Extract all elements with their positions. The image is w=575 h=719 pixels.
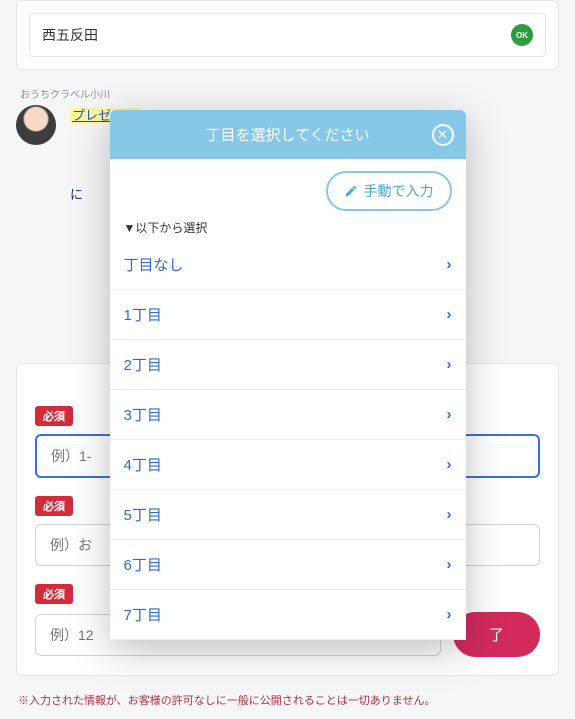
chome-option-label: 2丁目 [124,354,162,375]
avatar [16,105,56,145]
pencil-icon [344,184,358,198]
chome-option[interactable]: 7丁目 › [110,590,466,640]
chevron-right-icon: › [447,356,452,373]
ok-badge: OK [511,24,533,46]
chome-option[interactable]: 丁目なし › [110,240,466,290]
manual-input-label: 手動で入力 [364,181,434,201]
close-icon[interactable]: ✕ [432,124,454,146]
chome-option-label: 丁目なし [124,254,184,275]
chevron-right-icon: › [447,556,452,573]
disclaimer-text: ※入力された情報が、お客様の許可なしに一般に公開されることは一切ありません。 [18,692,557,708]
chome-option[interactable]: 1丁目 › [110,290,466,340]
chome-option[interactable]: 6丁目 › [110,540,466,590]
manual-input-button[interactable]: 手動で入力 [326,171,452,211]
chome-modal: 丁目を選択してください ✕ 手動で入力 ▼以下から選択 丁目なし›1丁目›2丁目… [110,110,466,640]
modal-toolbar: 手動で入力 [110,159,466,219]
required-badge: 必須 [35,584,73,604]
chevron-right-icon: › [447,456,452,473]
select-hint: ▼以下から選択 [110,219,466,240]
chome-list[interactable]: 丁目なし›1丁目›2丁目›3丁目›4丁目›5丁目›6丁目›7丁目›8丁目› [110,240,466,640]
chome-option-label: 1丁目 [124,304,162,325]
modal-header: 丁目を選択してください ✕ [110,110,466,159]
hint-text: に [70,187,83,202]
chevron-right-icon: › [447,606,452,623]
chome-option[interactable]: 2丁目 › [110,340,466,390]
assistant-label: おうちクラベル小川 [20,86,559,101]
location-value: 西五反田 [42,25,499,45]
chome-option-label: 6丁目 [124,554,162,575]
location-input[interactable]: 西五反田 OK [29,13,546,57]
chome-option-label: 7丁目 [124,604,162,625]
chevron-right-icon: › [447,306,452,323]
chevron-right-icon: › [447,256,452,273]
chevron-right-icon: › [447,506,452,523]
modal-title: 丁目を選択してください [205,124,369,145]
chome-option-label: 4丁目 [124,454,162,475]
location-card: 西五反田 OK [16,0,559,70]
chome-option-label: 5丁目 [124,504,162,525]
submit-button[interactable]: 了 [453,612,540,657]
chome-option[interactable]: 5丁目 › [110,490,466,540]
chome-option-label: 3丁目 [124,404,162,425]
required-badge: 必須 [35,496,73,516]
chome-option[interactable]: 4丁目 › [110,440,466,490]
required-badge: 必須 [35,406,73,426]
chome-option[interactable]: 3丁目 › [110,390,466,440]
chevron-right-icon: › [447,406,452,423]
